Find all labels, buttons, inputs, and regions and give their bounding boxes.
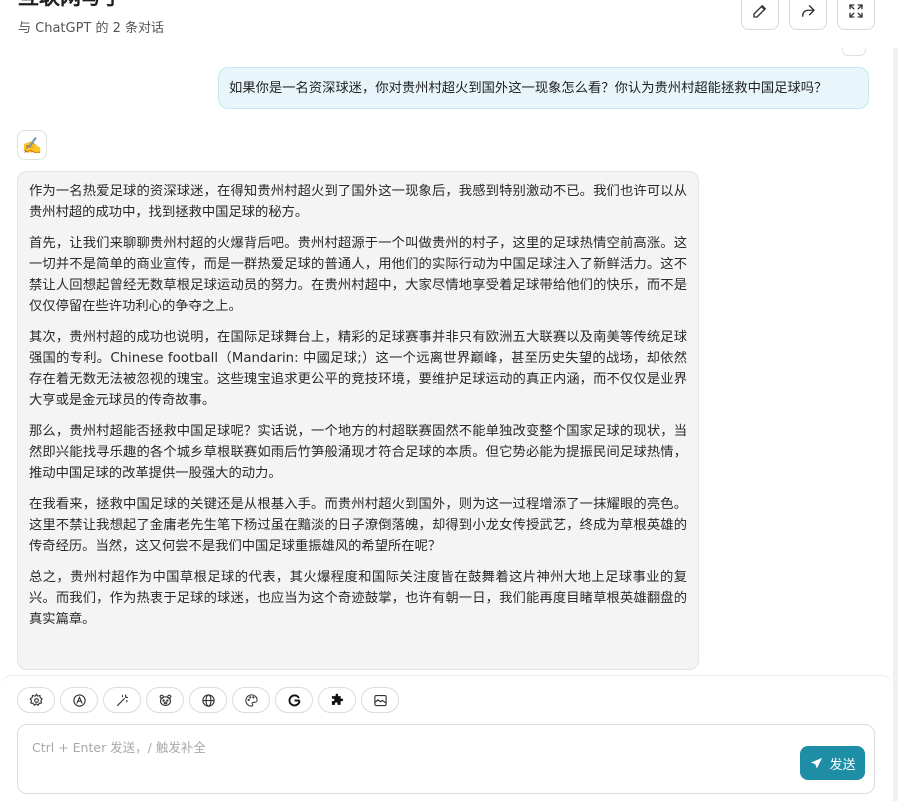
chat-header: 互联网写手 与 ChatGPT 的 2 条对话 xyxy=(0,0,898,48)
bot-paragraph: 作为一名热爱足球的资深球迷，在得知贵州村超火到了国外这一现象后，我感到特别激动不… xyxy=(29,184,687,220)
magic-wand-icon xyxy=(116,693,128,706)
image-tool[interactable] xyxy=(361,687,399,713)
send-button[interactable]: 发送 xyxy=(800,746,865,780)
fullscreen-button[interactable] xyxy=(837,0,875,30)
page-title: 互联网写手 xyxy=(18,0,123,10)
scrollbar[interactable] xyxy=(893,48,898,801)
puzzle-icon xyxy=(331,693,343,705)
palette-icon xyxy=(244,693,258,707)
share-button[interactable] xyxy=(789,0,827,30)
message-list[interactable]: 如果你是一名资深球迷，你对贵州村超火到国外这一现象怎么看？你认为贵州村超能拯救中… xyxy=(0,48,893,675)
bear-face-icon xyxy=(159,694,171,706)
conversation-count: 与 ChatGPT 的 2 条对话 xyxy=(18,21,165,36)
chat-toolbar xyxy=(17,687,399,713)
plugin-tool[interactable] xyxy=(318,687,356,713)
bot-avatar: ✍️ xyxy=(17,130,47,160)
bot-message: 作为一名热爱足球的资深球迷，在得知贵州村超火到了国外这一现象后，我感到特别激动不… xyxy=(17,171,699,670)
globe-icon xyxy=(201,693,215,707)
pencil-icon xyxy=(753,5,766,18)
writing-hand-icon: ✍️ xyxy=(22,135,42,155)
prompt-tool[interactable] xyxy=(60,687,98,713)
mask-tool[interactable] xyxy=(146,687,184,713)
magic-tool[interactable] xyxy=(103,687,141,713)
share-arrow-icon xyxy=(802,5,815,17)
bot-paragraph: 总之，贵州村超作为中国草根足球的代表，其火爆程度和国际关注度皆在鼓舞着这片神州大… xyxy=(29,570,687,627)
bot-paragraph: 首先，让我们来聊聊贵州村超的火爆背后吧。贵州村超源于一个叫做贵州的村子，这里的足… xyxy=(29,236,687,314)
user-message: 如果你是一名资深球迷，你对贵州村超火到国外这一现象怎么看？你认为贵州村超能拯救中… xyxy=(218,67,869,109)
send-icon xyxy=(811,757,823,768)
robot-face-icon xyxy=(72,693,86,707)
google-tool[interactable] xyxy=(275,687,313,713)
theme-tool[interactable] xyxy=(232,687,270,713)
maximize-icon xyxy=(849,4,863,18)
message-input[interactable] xyxy=(18,725,874,793)
message-input-box[interactable] xyxy=(17,724,875,794)
message-actions-stub[interactable] xyxy=(842,48,866,56)
image-icon xyxy=(373,694,387,706)
edit-button[interactable] xyxy=(741,0,779,30)
bot-paragraph: 其次，贵州村超的成功也说明，在国际足球舞台上，精彩的足球赛事并非只有欧洲五大联赛… xyxy=(29,330,687,408)
send-button-label: 发送 xyxy=(829,757,856,773)
bot-paragraph: 那么，贵州村超能否拯救中国足球呢？实话说，一个地方的村超联赛固然不能单独改变整个… xyxy=(29,424,687,481)
web-tool[interactable] xyxy=(189,687,227,713)
settings-tool[interactable] xyxy=(17,687,55,713)
google-g-icon xyxy=(288,693,300,706)
composer: 发送 xyxy=(0,675,893,801)
gear-icon xyxy=(28,692,43,706)
bot-paragraph: 在我看来，拯救中国足球的关键还是从根基入手。而贵州村超火到国外，则为这一过程增添… xyxy=(29,497,687,554)
